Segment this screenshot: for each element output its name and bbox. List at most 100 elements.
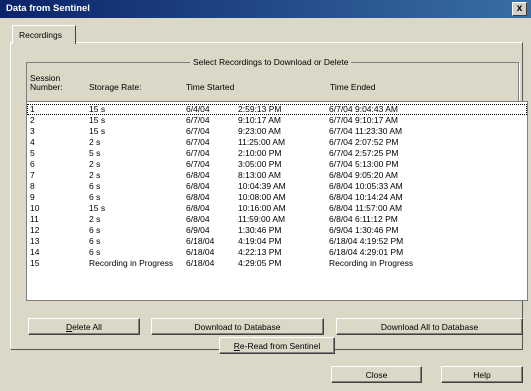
table-row[interactable]: 5 5 s 6/7/04 2:10:00 PM 6/7/04 2:57:25 PM (27, 148, 527, 159)
cell-rate: 15 s (89, 104, 106, 114)
cell-num: 2 (30, 115, 35, 125)
cell-time: 11:59:00 AM (238, 214, 286, 224)
cell-rate: Recording in Progress (89, 258, 174, 268)
cell-ended: 6/7/04 11:23:30 AM (329, 126, 403, 136)
table-row[interactable]: 6 2 s 6/7/04 3:05:00 PM 6/7/04 5:13:00 PM (27, 159, 527, 170)
close-button[interactable]: Close (331, 366, 422, 383)
cell-time: 4:19:04 PM (238, 236, 282, 246)
cell-rate: 15 s (89, 126, 106, 136)
cell-date: 6/7/04 (186, 148, 210, 158)
cell-rate: 2 s (89, 170, 101, 180)
delete-all-button[interactable]: Delete All (28, 318, 140, 335)
cell-rate: 2 s (89, 159, 101, 169)
cell-time: 11:25:00 AM (238, 137, 286, 147)
session-header-line2: Number: (30, 82, 63, 92)
cell-date: 6/8/04 (186, 170, 210, 180)
cell-date: 6/9/04 (186, 225, 210, 235)
cell-num: 14 (30, 247, 40, 257)
cell-rate: 2 s (89, 214, 101, 224)
window-title: Data from Sentinel (6, 3, 90, 14)
column-header-time-ended: Time Ended (330, 82, 376, 92)
cell-date: 6/8/04 (186, 181, 210, 191)
table-row[interactable]: 15 Recording in Progress 6/18/04 4:29:05 PM… (27, 258, 527, 269)
cell-rate: 5 s (89, 148, 101, 158)
cell-date: 6/4/04 (186, 104, 210, 114)
cell-date: 6/7/04 (186, 115, 210, 125)
table-row[interactable]: 9 6 s 6/8/04 10:08:00 AM 6/8/04 10:14:24 AM (27, 192, 527, 203)
cell-rate: 6 s (89, 181, 101, 191)
cell-date: 6/7/04 (186, 159, 210, 169)
table-row[interactable]: 14 6 s 6/18/04 4:22:13 PM 6/18/04 4:29:01 PM (27, 247, 527, 258)
cell-num: 9 (30, 192, 35, 202)
table-row[interactable]: 8 6 s 6/8/04 10:04:39 AM 6/8/04 10:05:33 AM (27, 181, 527, 192)
download-all-to-database-button[interactable]: Download All to Database (336, 318, 523, 335)
cell-ended: 6/18/04 4:29:01 PM (329, 247, 404, 257)
help-button[interactable]: Help (441, 366, 523, 383)
cell-date: 6/8/04 (186, 214, 210, 224)
recordings-list[interactable]: 1 15 s 6/4/04 2:59:13 PM 6/7/04 9:04:43 AM 2 1… (26, 101, 528, 301)
cell-ended: 6/8/04 6:11:12 PM (329, 214, 398, 224)
cell-rate: 6 s (89, 247, 101, 257)
table-row[interactable]: 13 6 s 6/18/04 4:19:04 PM 6/18/04 4:19:52 PM (27, 236, 527, 247)
cell-ended: 6/18/04 4:19:52 PM (329, 236, 404, 246)
column-header-session: Session Number: (30, 74, 63, 92)
cell-date: 6/7/04 (186, 126, 210, 136)
cell-rate: 2 s (89, 137, 101, 147)
cell-date: 6/18/04 (186, 236, 215, 246)
tab-recordings[interactable]: Recordings (12, 25, 76, 44)
cell-time: 3:05:00 PM (238, 159, 282, 169)
cell-date: 6/18/04 (186, 247, 215, 257)
table-row[interactable]: 7 2 s 6/8/04 8:13:00 AM 6/8/04 9:05:20 AM (27, 170, 527, 181)
cell-time: 1:30:46 PM (238, 225, 282, 235)
cell-time: 9:23:00 AM (238, 126, 282, 136)
cell-time: 10:16:00 AM (238, 203, 286, 213)
close-icon[interactable]: x (512, 2, 527, 16)
cell-num: 3 (30, 126, 35, 136)
cell-num: 13 (30, 236, 40, 246)
cell-date: 6/8/04 (186, 203, 210, 213)
column-header-storage-rate: Storage Rate: (89, 82, 142, 92)
cell-ended: 6/7/04 9:04:43 AM (329, 104, 398, 114)
cell-date: 6/18/04 (186, 258, 215, 268)
cell-time: 4:29:05 PM (238, 258, 282, 268)
tab-label: Recordings (19, 30, 62, 40)
table-row[interactable]: 11 2 s 6/8/04 11:59:00 AM 6/8/04 6:11:12 PM (27, 214, 527, 225)
table-row[interactable]: 10 15 s 6/8/04 10:16:00 AM 6/8/04 11:57:00 A… (27, 203, 527, 214)
cell-time: 8:13:00 AM (238, 170, 282, 180)
cell-date: 6/7/04 (186, 137, 210, 147)
cell-rate: 6 s (89, 225, 101, 235)
cell-num: 1 (30, 104, 35, 114)
cell-time: 10:08:00 AM (238, 192, 286, 202)
cell-rate: 15 s (89, 115, 106, 125)
cell-rate: 15 s (89, 203, 106, 213)
cell-num: 10 (30, 203, 40, 213)
cell-time: 4:22:13 PM (238, 247, 282, 257)
cell-time: 2:10:00 PM (238, 148, 282, 158)
cell-num: 6 (30, 159, 35, 169)
table-row[interactable]: 12 6 s 6/9/04 1:30:46 PM 6/9/04 1:30:46 PM (27, 225, 527, 236)
table-row[interactable]: 1 15 s 6/4/04 2:59:13 PM 6/7/04 9:04:43 AM (27, 104, 527, 115)
cell-time: 9:10:17 AM (238, 115, 282, 125)
cell-time: 2:59:13 PM (238, 104, 282, 114)
cell-num: 11 (30, 214, 39, 224)
column-header-time-started: Time Started (186, 82, 235, 92)
reread-from-sentinel-button[interactable]: Re-Read from Sentinel (219, 337, 335, 354)
cell-ended: 6/8/04 10:14:24 AM (329, 192, 403, 202)
cell-ended: 6/7/04 2:57:25 PM (329, 148, 399, 158)
cell-time: 10:04:39 AM (238, 181, 286, 191)
title-bar: Data from Sentinel x (0, 0, 531, 18)
table-row[interactable]: 3 15 s 6/7/04 9:23:00 AM 6/7/04 11:23:30 AM (27, 126, 527, 137)
cell-num: 15 (30, 258, 40, 268)
cell-num: 5 (30, 148, 35, 158)
table-row[interactable]: 2 15 s 6/7/04 9:10:17 AM 6/7/04 9:10:17 AM (27, 115, 527, 126)
cell-ended: 6/7/04 5:13:00 PM (329, 159, 399, 169)
cell-num: 12 (30, 225, 40, 235)
cell-ended: 6/9/04 1:30:46 PM (329, 225, 399, 235)
cell-ended: 6/7/04 9:10:17 AM (329, 115, 398, 125)
cell-date: 6/8/04 (186, 192, 210, 202)
table-row[interactable]: 4 2 s 6/7/04 11:25:00 AM 6/7/04 2:07:52 PM (27, 137, 527, 148)
cell-ended: 6/8/04 9:05:20 AM (329, 170, 398, 180)
download-to-database-button[interactable]: Download to Database (151, 318, 324, 335)
cell-ended: 6/8/04 11:57:00 AM (329, 203, 403, 213)
cell-num: 4 (30, 137, 35, 147)
